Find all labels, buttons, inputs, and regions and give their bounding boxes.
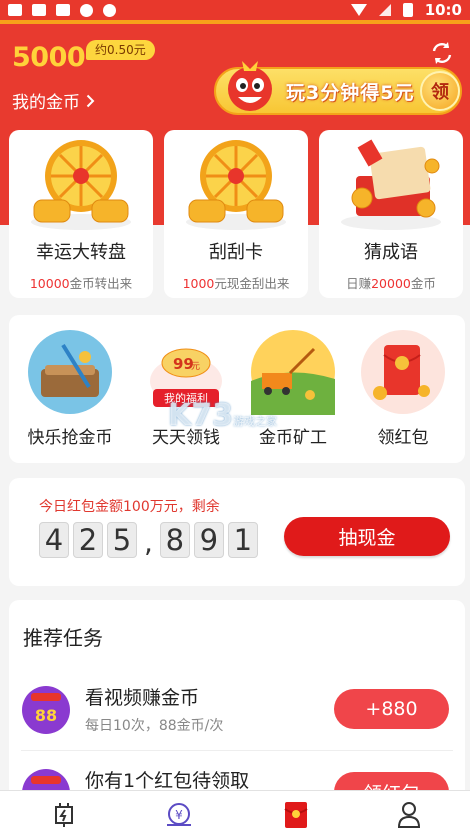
game-title: 猜成语 bbox=[364, 242, 418, 263]
feature-label: 金币矿工 bbox=[259, 428, 327, 448]
promo-text: 玩3分钟得5元 bbox=[286, 82, 415, 104]
counter-digit: 5 bbox=[107, 522, 137, 558]
lifebuoy-icon bbox=[103, 3, 116, 17]
my-coins-label: 我的金币 bbox=[12, 93, 80, 113]
task-desc: 每日10次，88金币/次 bbox=[85, 718, 224, 734]
profile-tab-icon bbox=[397, 802, 421, 828]
game-card-scratch[interactable]: 刮刮卡 1000元现金刮出来 bbox=[164, 130, 308, 298]
section-title: 推荐任务 bbox=[23, 626, 103, 650]
game-subtitle: 1000元现金刮出来 bbox=[182, 276, 290, 291]
app-icon bbox=[56, 4, 70, 16]
play-promo-banner[interactable]: 玩3分钟得5元 领 bbox=[214, 61, 462, 115]
counter-digit: 4 bbox=[39, 522, 69, 558]
feature-label: 领红包 bbox=[377, 428, 429, 448]
daily-money-icon: 99 元 我的福利 bbox=[150, 348, 222, 407]
tab-red-packet[interactable] bbox=[276, 799, 316, 831]
task-name: 你有1个红包待领取 bbox=[85, 770, 250, 792]
tab-coin-exchange[interactable]: ¥ bbox=[159, 799, 199, 831]
notification-icon bbox=[8, 4, 22, 16]
battery-icon bbox=[402, 3, 413, 17]
svg-text:元: 元 bbox=[191, 362, 200, 372]
red-packet-tab-icon bbox=[284, 802, 308, 828]
clock: 10:0 bbox=[424, 1, 462, 19]
tab-earn[interactable] bbox=[44, 799, 84, 831]
red-pool-card: 今日红包金额100万元，剩余 4 2 5 , 8 9 1 抽现金 bbox=[9, 478, 465, 586]
coin-balance: 5000 bbox=[12, 42, 86, 73]
scratch-card-icon bbox=[186, 140, 286, 230]
feature-red-packet[interactable]: 领红包 bbox=[348, 315, 458, 463]
lifebuoy-icon bbox=[80, 3, 93, 17]
counter-digit: 8 bbox=[159, 522, 190, 558]
feature-coin-miner[interactable]: 金币矿工 bbox=[238, 315, 348, 463]
game-subtitle: 日赚20000金币 bbox=[346, 276, 436, 291]
coin-miner-icon bbox=[251, 330, 335, 415]
game-card-idiom[interactable]: 猜成语 日赚20000金币 bbox=[319, 130, 463, 298]
feature-label: 快乐抢金币 bbox=[27, 428, 113, 448]
counter-separator: , bbox=[144, 526, 153, 559]
counter-digit: 1 bbox=[227, 522, 258, 558]
svg-text:88: 88 bbox=[35, 706, 57, 725]
earn-tab-icon bbox=[55, 803, 73, 827]
feature-daily-money[interactable]: 99 元 我的福利 天天领钱 bbox=[131, 315, 241, 463]
divider bbox=[21, 750, 453, 751]
counter-digit: 2 bbox=[73, 522, 103, 558]
draw-cash-button[interactable]: 抽现金 bbox=[284, 517, 450, 556]
mascot-icon bbox=[228, 61, 272, 111]
game-card-lucky-wheel[interactable]: 幸运大转盘 10000金币转出来 bbox=[9, 130, 153, 298]
image-icon bbox=[32, 4, 46, 16]
feature-label: 天天领钱 bbox=[152, 428, 220, 448]
video-88-icon: 88 bbox=[22, 686, 70, 734]
task-reward-button[interactable]: +880 bbox=[334, 689, 449, 729]
counter-digit: 9 bbox=[193, 522, 224, 558]
task-name: 看视频赚金币 bbox=[85, 687, 200, 709]
signal-icon bbox=[378, 4, 391, 16]
game-title: 幸运大转盘 bbox=[36, 242, 126, 263]
svg-text:我的福利: 我的福利 bbox=[164, 391, 208, 405]
wifi-icon bbox=[350, 4, 367, 16]
red-packet-icon bbox=[361, 330, 445, 414]
feature-grab-coins[interactable]: 快乐抢金币 bbox=[15, 315, 125, 463]
claim-button[interactable]: 领 bbox=[420, 71, 460, 111]
idiom-guess-icon bbox=[341, 139, 441, 230]
header-stripe bbox=[0, 20, 470, 24]
cash-equivalent-badge: 约0.50元 bbox=[86, 40, 155, 60]
status-bar: 10:0 bbox=[0, 0, 470, 20]
bottom-tab-bar: ¥ bbox=[0, 790, 470, 837]
task-row: 88 看视频赚金币 每日10次，88金币/次 +880 bbox=[9, 677, 465, 749]
game-title: 刮刮卡 bbox=[209, 242, 263, 263]
game-subtitle: 10000金币转出来 bbox=[29, 276, 133, 291]
my-coins-link[interactable]: 我的金币 bbox=[12, 88, 95, 113]
feature-row: 快乐抢金币 99 元 我的福利 天天领钱 金币矿工 领红包 bbox=[9, 315, 465, 463]
svg-text:¥: ¥ bbox=[175, 808, 183, 822]
remaining-counter: 4 2 5 , 8 9 1 bbox=[39, 522, 258, 558]
refresh-icon[interactable] bbox=[429, 40, 455, 66]
red-pool-note: 今日红包金额100万元，剩余 bbox=[39, 499, 220, 515]
chevron-right-icon bbox=[86, 94, 95, 107]
grab-coins-icon bbox=[28, 330, 112, 414]
lucky-wheel-icon bbox=[31, 140, 131, 230]
task-section: 推荐任务 88 看视频赚金币 每日10次，88金币/次 +880 你有1个红包待… bbox=[9, 600, 465, 817]
coin-exchange-tab-icon: ¥ bbox=[167, 803, 191, 826]
tab-profile[interactable] bbox=[389, 799, 429, 831]
